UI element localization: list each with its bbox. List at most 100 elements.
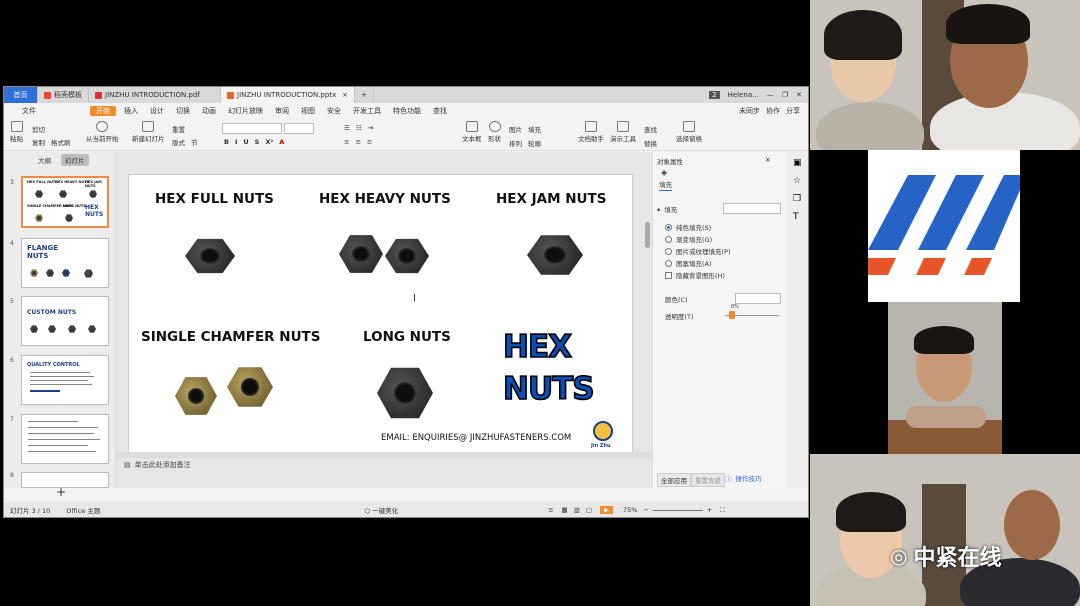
zoom-slider[interactable] (652, 509, 703, 511)
arrange-button[interactable]: 排列 (509, 138, 522, 148)
thumb-slide-6[interactable]: QUALITY CONTROL (21, 355, 109, 405)
color-select[interactable] (735, 293, 781, 304)
user-name[interactable]: Helena... (728, 91, 759, 99)
menu-search[interactable]: 查找 (427, 106, 453, 116)
zoom-in-icon[interactable]: + (707, 506, 712, 514)
beautify-button[interactable]: ⬡ 一键美化 (364, 505, 398, 515)
video-tile-2[interactable] (810, 150, 1080, 302)
paste-button[interactable]: 粘贴 (10, 121, 23, 143)
outline-tab[interactable]: 大纲 (38, 155, 51, 165)
tab-pptx[interactable]: JINZHU INTRODUCTION.pptx × (221, 87, 355, 103)
picture-button[interactable]: 图片 (509, 124, 522, 134)
menu-animation[interactable]: 动画 (196, 106, 222, 116)
play-button[interactable]: ▶ (600, 506, 614, 514)
superscript-button[interactable]: X² (265, 138, 273, 146)
thumb-slide-5[interactable]: CUSTOM NUTS (21, 296, 109, 346)
layout-button[interactable]: 版式 (172, 137, 185, 147)
reset-button[interactable]: 重置 (172, 124, 185, 134)
font-size-select[interactable] (284, 123, 314, 134)
hide-bg-checkbox[interactable]: 隐藏背景图形(H) (665, 270, 725, 280)
gradient-fill-radio[interactable]: 渐变填充(G) (665, 234, 712, 244)
minimize-icon[interactable]: — (767, 91, 774, 99)
text-icon[interactable]: T (793, 212, 799, 222)
fill-button[interactable]: 填充 (528, 124, 541, 134)
tips-link[interactable]: ⓘ 操作技巧 (725, 473, 762, 483)
bullet-list-icon[interactable]: ☰ (344, 124, 350, 132)
fill-bucket-icon[interactable]: ◈ (661, 168, 667, 177)
video-tile-4[interactable] (810, 454, 1080, 606)
collab-button[interactable]: 协作 (766, 106, 780, 116)
picture-fill-radio[interactable]: 图片或纹理填充(P) (665, 246, 731, 256)
add-slide-icon[interactable]: + (56, 485, 66, 499)
panel-close-icon[interactable]: ✕ (765, 156, 770, 164)
sorter-view-icon[interactable]: ▥ (574, 506, 580, 514)
present-tool-button[interactable]: 演示工具 (610, 121, 636, 143)
copy-button[interactable]: 复制 (32, 137, 45, 147)
thumb-slide-7[interactable] (21, 414, 109, 464)
thumb-slide-4[interactable]: FLANGE NUTS (21, 238, 109, 288)
shape-button[interactable]: 形状 (488, 121, 501, 143)
close-icon[interactable]: × (342, 91, 348, 99)
reading-view-icon[interactable]: ▢ (586, 506, 592, 514)
normal-view-icon[interactable]: ▦ (562, 506, 568, 514)
italic-button[interactable]: I (235, 138, 237, 146)
menu-design[interactable]: 设计 (144, 106, 170, 116)
menu-home[interactable]: 开始 (90, 106, 116, 116)
layers-icon[interactable]: ❒ (793, 194, 801, 204)
menu-review[interactable]: 审阅 (269, 106, 295, 116)
new-slide-button[interactable]: 新建幻灯片 (132, 121, 165, 143)
notes-toggle-icon[interactable]: ≡ (548, 506, 553, 514)
section-button[interactable]: 节 (191, 137, 198, 147)
zoom-level[interactable]: 75% (623, 506, 637, 514)
video-tile-1[interactable] (810, 0, 1080, 150)
indent-icon[interactable]: ⇥ (368, 124, 373, 132)
slides-tab[interactable]: 幻灯片 (61, 154, 89, 166)
menu-view[interactable]: 视图 (295, 106, 321, 116)
menu-developer[interactable]: 开发工具 (347, 106, 387, 116)
replace-button[interactable]: 替换 (644, 138, 657, 148)
properties-icon[interactable]: ▣ (793, 158, 802, 168)
new-tab-button[interactable]: + (355, 87, 374, 103)
menu-insert[interactable]: 插入 (118, 106, 144, 116)
outline-button[interactable]: 轮廓 (528, 138, 541, 148)
fill-tab[interactable]: 填充 (659, 179, 672, 191)
apply-all-button[interactable]: 全部应用 (657, 473, 691, 487)
tab-pdf[interactable]: JINZHU INTRODUCTION.pdf (89, 87, 221, 103)
font-family-select[interactable] (222, 123, 282, 134)
fit-window-icon[interactable]: ⛶ (720, 506, 725, 515)
reset-bg-button[interactable]: 重置背景 (691, 473, 725, 487)
menu-slideshow[interactable]: 幻灯片放映 (222, 106, 269, 116)
maximize-icon[interactable]: ❐ (782, 91, 788, 99)
zoom-out-icon[interactable]: − (643, 506, 648, 514)
bold-button[interactable]: B (224, 138, 229, 146)
number-list-icon[interactable]: ☷ (356, 124, 362, 132)
menu-file[interactable]: 文件 (4, 106, 42, 116)
from-current-button[interactable]: 从当前开始 (86, 121, 119, 143)
textbox-button[interactable]: 文本框 (462, 121, 482, 143)
format-painter-button[interactable]: 格式刷 (51, 137, 71, 147)
strike-button[interactable]: S (255, 138, 260, 146)
underline-button[interactable]: U (243, 138, 248, 146)
doc-helper-button[interactable]: 文档助手 (578, 121, 604, 143)
menu-features[interactable]: 特色功能 (387, 106, 427, 116)
align-right-icon[interactable]: ≡ (367, 138, 372, 146)
thumb-slide-3[interactable]: HEX FULL NUTS HEX HEAVY NUTS HEX JAM NUT… (21, 176, 109, 228)
solid-fill-radio[interactable]: 纯色填充(S) (665, 222, 711, 232)
window-close-icon[interactable]: ✕ (796, 91, 802, 99)
align-left-icon[interactable]: ≡ (344, 138, 349, 146)
video-tile-3[interactable] (810, 302, 1080, 454)
select-pane-button[interactable]: 选择窗格 (676, 121, 702, 143)
pattern-fill-radio[interactable]: 图案填充(A) (665, 258, 712, 268)
tab-home[interactable]: 首页 (4, 87, 38, 103)
menu-transition[interactable]: 切换 (170, 106, 196, 116)
current-slide[interactable]: HEX FULL NUTS HEX HEAVY NUTS HEX JAM NUT… (128, 174, 633, 457)
star-icon[interactable]: ☆ (793, 176, 801, 186)
share-button[interactable]: 分享 (786, 106, 800, 116)
sync-status[interactable]: 未同步 (739, 106, 760, 116)
font-color-button[interactable]: A (279, 138, 284, 146)
align-center-icon[interactable]: ≡ (355, 138, 360, 146)
notes-area[interactable]: ▤ 单击此处添加备注 (116, 458, 652, 472)
tab-count-badge[interactable]: 2 (709, 91, 720, 99)
vertical-scrollbar[interactable] (645, 222, 650, 248)
slider-thumb[interactable] (729, 311, 735, 319)
